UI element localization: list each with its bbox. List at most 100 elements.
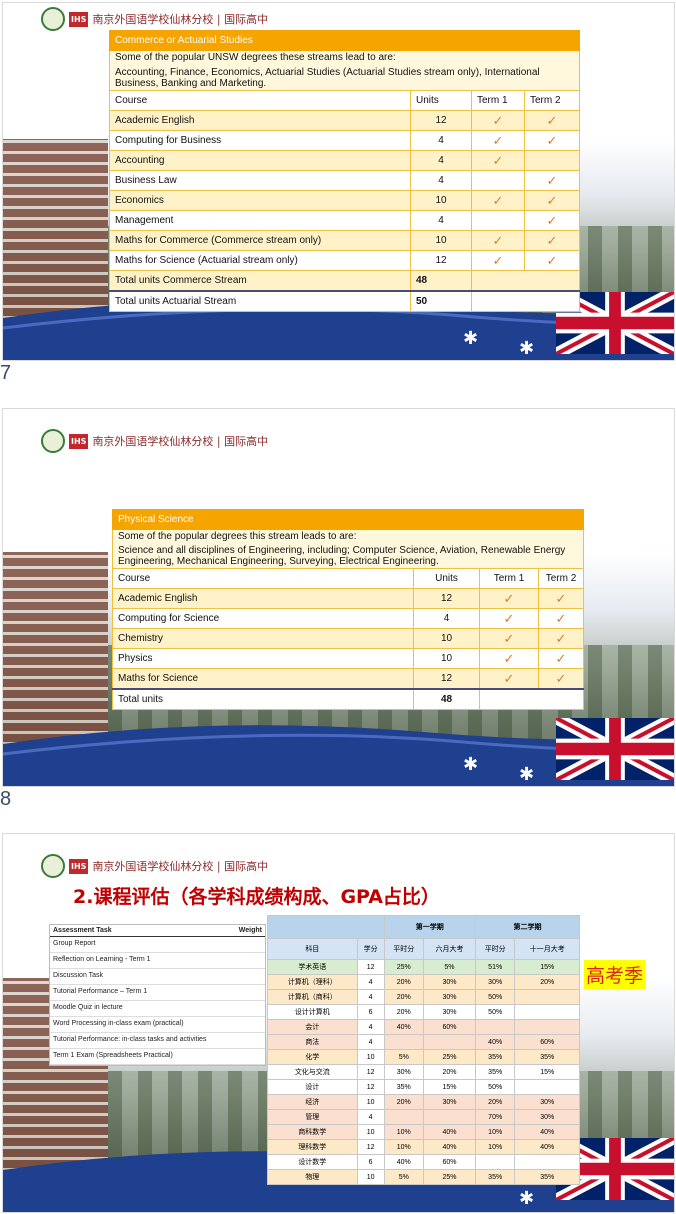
list-item: Tutorial Performance – Term 1 bbox=[50, 985, 265, 1001]
course-units: 10 bbox=[413, 648, 480, 669]
course-name: Management bbox=[109, 210, 411, 231]
page-title: 2.课程评估（各学科成绩构成、GPA占比） bbox=[73, 886, 440, 908]
grade-cell: 70% bbox=[474, 1109, 516, 1125]
grade-cell: 5% bbox=[383, 1169, 424, 1185]
grade-cell: 10 bbox=[356, 1094, 385, 1110]
subject-name: 经济 bbox=[267, 1094, 358, 1110]
subject-name: 计算机（商科） bbox=[267, 989, 358, 1005]
course-units: 12 bbox=[413, 588, 480, 609]
total-value: 50 bbox=[410, 290, 472, 312]
grade-cell: 20% bbox=[383, 1004, 424, 1020]
grade-cell: 25% bbox=[422, 1049, 476, 1065]
grade-cell: 30% bbox=[514, 1109, 580, 1125]
course-name: Economics bbox=[109, 190, 411, 211]
grade-cell: 4 bbox=[356, 1034, 385, 1050]
col-weight: Weight bbox=[238, 927, 262, 934]
total-row: Total units 48 bbox=[112, 688, 584, 710]
check-icon: ✓ bbox=[479, 668, 539, 690]
grade-cell: 30% bbox=[474, 974, 516, 990]
list-item: Term 1 Exam (Spreadsheets Practical) bbox=[50, 1049, 265, 1065]
slide-9: ✱ IHS 南京外国语学校仙林分校 | 国际高中 2.课程评估（各学科成绩构成、… bbox=[2, 833, 675, 1213]
slide-8: ✱ ✱ IHS 南京外国语学校仙林分校 | 国际高中 Physical Scie… bbox=[2, 408, 675, 787]
col-subject: 科目 bbox=[267, 938, 358, 960]
table-row: 学术英语 12 25% 5% 51% 15% bbox=[267, 959, 580, 975]
course-units: 10 bbox=[410, 230, 472, 251]
course-units: 4 bbox=[410, 170, 472, 191]
grade-cell: 40% bbox=[422, 1124, 476, 1140]
grade-cell: 40% bbox=[514, 1124, 580, 1140]
col-units: Units bbox=[410, 90, 472, 111]
table-row: 理科数学 12 10% 40% 10% 40% bbox=[267, 1139, 580, 1155]
col-term2: Term 2 bbox=[538, 568, 584, 589]
col-s2-nov-exam: 十一月大考 bbox=[514, 938, 580, 960]
school-logo: IHS 南京外国语学校仙林分校 | 国际高中 bbox=[41, 7, 268, 31]
grade-cell: 30% bbox=[383, 1064, 424, 1080]
subject-name: 设计数学 bbox=[267, 1154, 358, 1170]
col-term1: Term 1 bbox=[479, 568, 539, 589]
page-number: 7 bbox=[0, 362, 12, 384]
grade-cell: 12 bbox=[356, 1139, 385, 1155]
check-icon: ✓ bbox=[524, 210, 580, 231]
grade-cell: 20% bbox=[383, 974, 424, 990]
subject-name: 化学 bbox=[267, 1049, 358, 1065]
grade-cell: 6 bbox=[356, 1154, 385, 1170]
course-name: Maths for Science (Actuarial stream only… bbox=[109, 250, 411, 271]
check-icon: ✓ bbox=[471, 130, 525, 151]
grade-cell bbox=[474, 1019, 516, 1035]
table-row: 管理 4 70% 30% bbox=[267, 1109, 580, 1125]
uk-flag-icon bbox=[556, 718, 674, 780]
list-item: Word Processing in-class exam (practical… bbox=[50, 1017, 265, 1033]
grade-cell: 35% bbox=[514, 1169, 580, 1185]
check-icon: ✓ bbox=[479, 648, 539, 669]
star-icon: ✱ bbox=[463, 328, 479, 349]
grade-cell: 4 bbox=[356, 989, 385, 1005]
grade-cell bbox=[422, 1109, 476, 1125]
course-name: Computing for Business bbox=[109, 130, 411, 151]
course-units: 4 bbox=[410, 150, 472, 171]
check-icon: ✓ bbox=[471, 150, 525, 171]
col-assessment-task: Assessment Task bbox=[53, 927, 112, 934]
subject-name: 文化与交流 bbox=[267, 1064, 358, 1080]
total-label: Total units Commerce Stream bbox=[109, 270, 411, 292]
subject-name: 商法 bbox=[267, 1034, 358, 1050]
check-icon: ✓ bbox=[524, 110, 580, 131]
subject-name: 商科数学 bbox=[267, 1124, 358, 1140]
course-name: Physics bbox=[112, 648, 414, 669]
check-icon: ✓ bbox=[524, 130, 580, 151]
table-row: 会计 4 40% 60% bbox=[267, 1019, 580, 1035]
course-name: Maths for Commerce (Commerce stream only… bbox=[109, 230, 411, 251]
check-icon bbox=[524, 150, 580, 171]
ihs-logo-icon: IHS bbox=[69, 433, 89, 449]
grade-cell: 6 bbox=[356, 1004, 385, 1020]
course-units: 10 bbox=[413, 628, 480, 649]
table-row: Computing for Science 4 ✓ ✓ bbox=[112, 608, 584, 629]
check-icon: ✓ bbox=[524, 190, 580, 211]
intro-line: Accounting, Finance, Economics, Actuaria… bbox=[115, 67, 540, 89]
assessment-header: Assessment Task Weight bbox=[50, 925, 265, 937]
grade-cell bbox=[383, 1034, 424, 1050]
grade-cell: 50% bbox=[474, 1079, 516, 1095]
grade-cell: 15% bbox=[514, 959, 580, 975]
table-row: 化学 10 5% 25% 35% 35% bbox=[267, 1049, 580, 1065]
table-row: Computing for Business 4 ✓ ✓ bbox=[109, 130, 580, 151]
total-label: Total units Actuarial Stream bbox=[109, 290, 411, 312]
grade-cell: 5% bbox=[422, 959, 476, 975]
col-s1-regular: 平时分 bbox=[383, 938, 424, 960]
school-emblem-icon bbox=[41, 7, 65, 31]
check-icon: ✓ bbox=[471, 110, 525, 131]
subject-name: 物理 bbox=[267, 1169, 358, 1185]
subject-name: 管理 bbox=[267, 1109, 358, 1125]
course-units: 12 bbox=[410, 250, 472, 271]
course-name: Computing for Science bbox=[112, 608, 414, 629]
grade-cell: 25% bbox=[422, 1169, 476, 1185]
subject-name: 会计 bbox=[267, 1019, 358, 1035]
grade-cell: 40% bbox=[383, 1019, 424, 1035]
ihs-logo-icon: IHS bbox=[69, 11, 89, 27]
check-icon: ✓ bbox=[524, 230, 580, 251]
table-row: 设计 12 35% 15% 50% bbox=[267, 1079, 580, 1095]
grade-cell: 35% bbox=[474, 1169, 516, 1185]
check-icon: ✓ bbox=[538, 648, 584, 669]
check-icon bbox=[471, 170, 525, 191]
course-units: 12 bbox=[413, 668, 480, 690]
check-icon: ✓ bbox=[471, 190, 525, 211]
